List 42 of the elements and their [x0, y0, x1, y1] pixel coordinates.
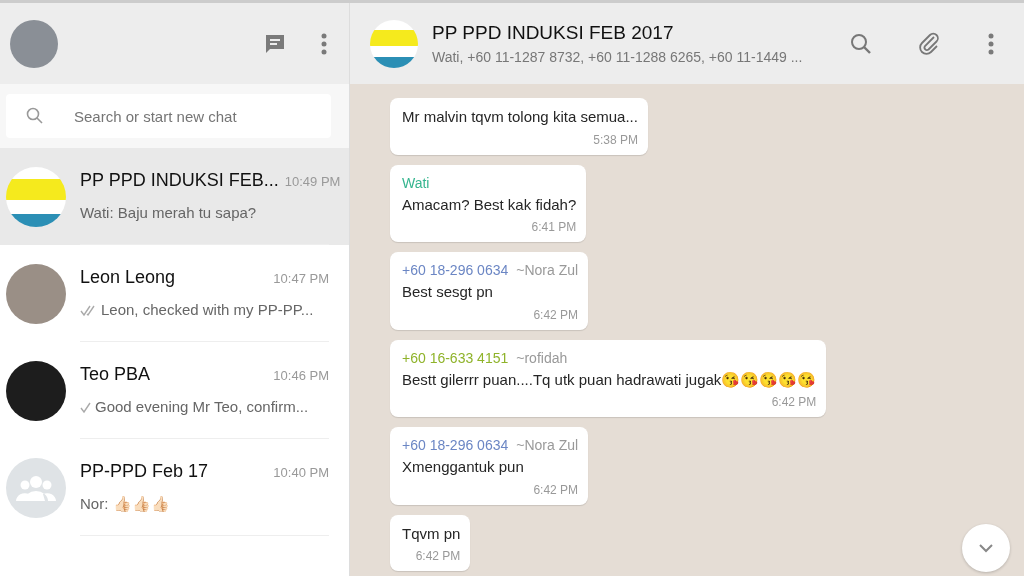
group-poster-placeholder[interactable]: [370, 19, 418, 68]
chat-name: Teo PBA: [80, 363, 151, 387]
sender-name: +60 18-296 0634: [402, 437, 509, 453]
message-time: 6:42 PM: [414, 548, 461, 565]
chat-time: 10:47 PM: [273, 270, 329, 289]
chat-preview: Good evening Mr Teo, confirm...: [95, 397, 309, 418]
search-field[interactable]: Search or start new chat: [6, 94, 331, 138]
message-text: Mr malvin tqvm tolong kita semua...: [402, 107, 638, 127]
message-text: Amacam? Best kak fidah?: [402, 194, 577, 215]
sender-alias: ~Nora Zul: [516, 262, 579, 278]
chat-title[interactable]: PP PPD INDUKSI FEB 2017: [432, 18, 832, 48]
chat-time: 10:40 PM: [273, 464, 329, 483]
chat-time: 10:46 PM: [273, 367, 329, 386]
sender-alias: ~rofidah: [516, 349, 568, 366]
sender-name: +60 16-633 4151: [402, 349, 509, 366]
chat-name: PP PPD INDUKSI FEB...: [80, 169, 279, 193]
chat-list-item[interactable]: PP PPD INDUKSI FEB... 10:49 PM Wati: Baju merah tu sapa?: [0, 148, 349, 245]
chat-name: PP-PPD Feb 17: [80, 460, 209, 484]
message-time: 6:41 PM: [530, 219, 577, 236]
message-text: Best sesgt pn: [402, 282, 494, 302]
chat-list-item[interactable]: Leon Leong 10:47 PM Leon, checked with my PP-PP...: [0, 245, 349, 342]
message-text: Xmenggantuk pun: [402, 457, 525, 477]
members-list: Wati, +60 11-1287 8732, +60 11-1288 6265, +60 11-1449 ...: [432, 47, 832, 69]
message-time: 5:38 PM: [592, 131, 638, 149]
sender-name: +60 18-296 0634: [402, 262, 509, 278]
message-time: 6:42 PM: [770, 394, 817, 411]
sender-name: Wati: [402, 174, 430, 191]
tick-icon: [80, 401, 92, 414]
message-time: 6:42 PM: [532, 306, 579, 324]
sender-alias: ~Nora Zul: [516, 437, 579, 453]
chat-name: Leon Leong: [80, 266, 176, 290]
chat-list-item[interactable]: PP-PPD Feb 17 10:40 PM Nor: 👍🏻👍🏻👍🏻: [0, 439, 349, 536]
chevron-down-icon: [978, 543, 994, 553]
message-text: Tqvm pn: [402, 523, 461, 544]
chat-preview: Wati: Baju merah tu sapa?: [80, 203, 257, 224]
chat-preview: Leon, checked with my PP-PP...: [101, 300, 314, 321]
message-time: 6:42 PM: [532, 481, 579, 499]
chat-preview: Nor: 👍🏻👍🏻👍🏻: [80, 494, 170, 515]
profile-photo-placeholder[interactable]: [10, 19, 58, 68]
chat-time: 10:49 PM: [284, 173, 341, 192]
chat-list-item[interactable]: Teo PBA 10:46 PM Good evening Mr Teo, confirm...: [0, 342, 349, 439]
message-text: Bestt gilerrr puan....Tq utk puan hadrawati jugak😘😘😘😘😘: [402, 369, 817, 390]
